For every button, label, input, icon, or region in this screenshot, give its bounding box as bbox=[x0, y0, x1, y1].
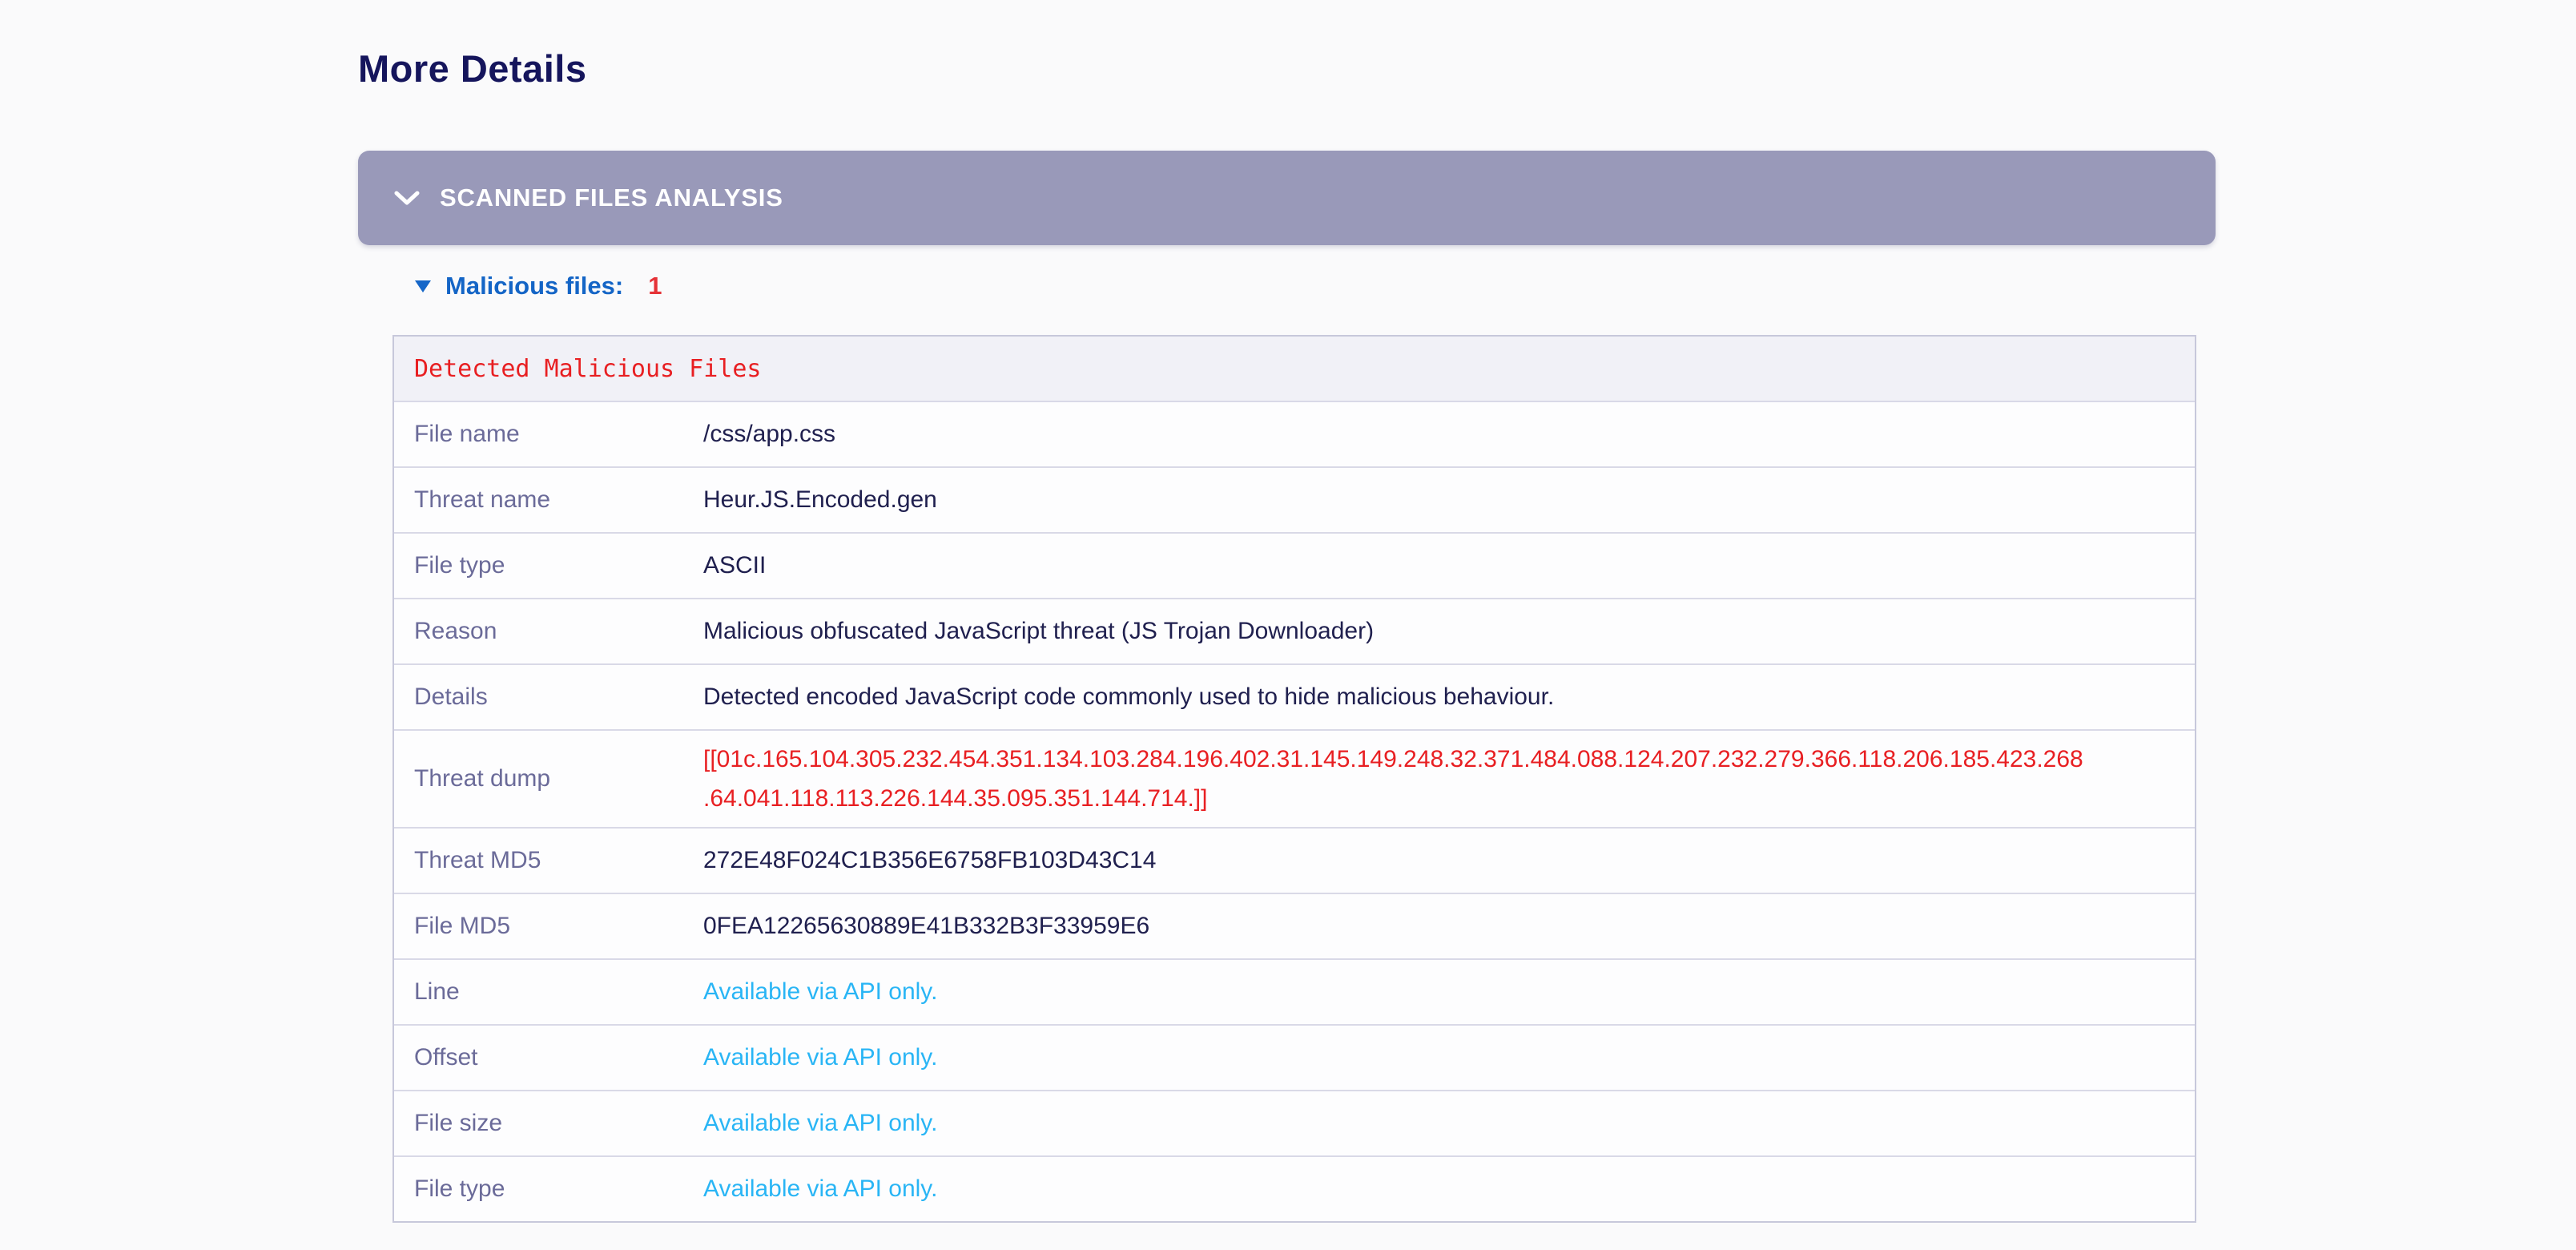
table-header-label: Detected Malicious Files bbox=[414, 355, 761, 383]
row-label: Offset bbox=[394, 1026, 703, 1090]
row-value: /css/app.css bbox=[703, 402, 2195, 466]
row-label: Details bbox=[394, 665, 703, 729]
page-title: More Details bbox=[358, 46, 586, 91]
page: More Details SCANNED FILES ANALYSIS Mali… bbox=[0, 0, 2576, 1250]
row-value: Available via API only. bbox=[703, 1091, 2195, 1155]
row-label: Threat MD5 bbox=[394, 829, 703, 893]
malicious-file-table: Detected Malicious Files File name/css/a… bbox=[392, 335, 2196, 1223]
row-label: Reason bbox=[394, 599, 703, 663]
malicious-files-count: 1 bbox=[648, 272, 662, 300]
chevron-down-icon bbox=[393, 189, 421, 207]
row-value: Available via API only. bbox=[703, 960, 2195, 1024]
table-header-row: Detected Malicious Files bbox=[394, 337, 2195, 401]
scanned-files-analysis-header[interactable]: SCANNED FILES ANALYSIS bbox=[358, 151, 2216, 245]
table-row: LineAvailable via API only. bbox=[394, 958, 2195, 1024]
table-row: Threat MD5272E48F024C1B356E6758FB103D43C… bbox=[394, 827, 2195, 893]
row-label: Threat dump bbox=[394, 731, 703, 827]
row-value: 0FEA12265630889E41B332B3F33959E6 bbox=[703, 894, 2195, 958]
row-label: Threat name bbox=[394, 468, 703, 532]
row-value: Malicious obfuscated JavaScript threat (… bbox=[703, 599, 2195, 663]
table-row: ReasonMalicious obfuscated JavaScript th… bbox=[394, 598, 2195, 663]
table-row: File sizeAvailable via API only. bbox=[394, 1090, 2195, 1155]
row-value: ASCII bbox=[703, 534, 2195, 598]
table-row: Threat dump[[01c.165.104.305.232.454.351… bbox=[394, 729, 2195, 827]
table-row: OffsetAvailable via API only. bbox=[394, 1024, 2195, 1090]
table-row: File typeAvailable via API only. bbox=[394, 1155, 2195, 1221]
table-row: File typeASCII bbox=[394, 532, 2195, 598]
table-row: DetailsDetected encoded JavaScript code … bbox=[394, 663, 2195, 729]
row-label: Line bbox=[394, 960, 703, 1024]
row-value: Detected encoded JavaScript code commonl… bbox=[703, 665, 2195, 729]
table-row: File MD50FEA12265630889E41B332B3F33959E6 bbox=[394, 893, 2195, 958]
malicious-files-label: Malicious files: bbox=[445, 272, 623, 300]
row-value: Heur.JS.Encoded.gen bbox=[703, 468, 2195, 532]
row-label: File type bbox=[394, 534, 703, 598]
table-body: File name/css/app.cssThreat nameHeur.JS.… bbox=[394, 401, 2195, 1221]
row-value: 272E48F024C1B356E6758FB103D43C14 bbox=[703, 829, 2195, 893]
row-label: File MD5 bbox=[394, 894, 703, 958]
table-row: Threat nameHeur.JS.Encoded.gen bbox=[394, 466, 2195, 532]
row-value: [[01c.165.104.305.232.454.351.134.103.28… bbox=[703, 731, 2195, 827]
row-label: File name bbox=[394, 402, 703, 466]
triangle-down-icon bbox=[414, 279, 432, 293]
table-row: File name/css/app.css bbox=[394, 401, 2195, 466]
malicious-files-toggle[interactable]: Malicious files: 1 bbox=[414, 268, 662, 304]
row-value: Available via API only. bbox=[703, 1157, 2195, 1221]
row-label: File type bbox=[394, 1157, 703, 1221]
row-value: Available via API only. bbox=[703, 1026, 2195, 1090]
row-label: File size bbox=[394, 1091, 703, 1155]
panel-header-label: SCANNED FILES ANALYSIS bbox=[440, 183, 783, 212]
